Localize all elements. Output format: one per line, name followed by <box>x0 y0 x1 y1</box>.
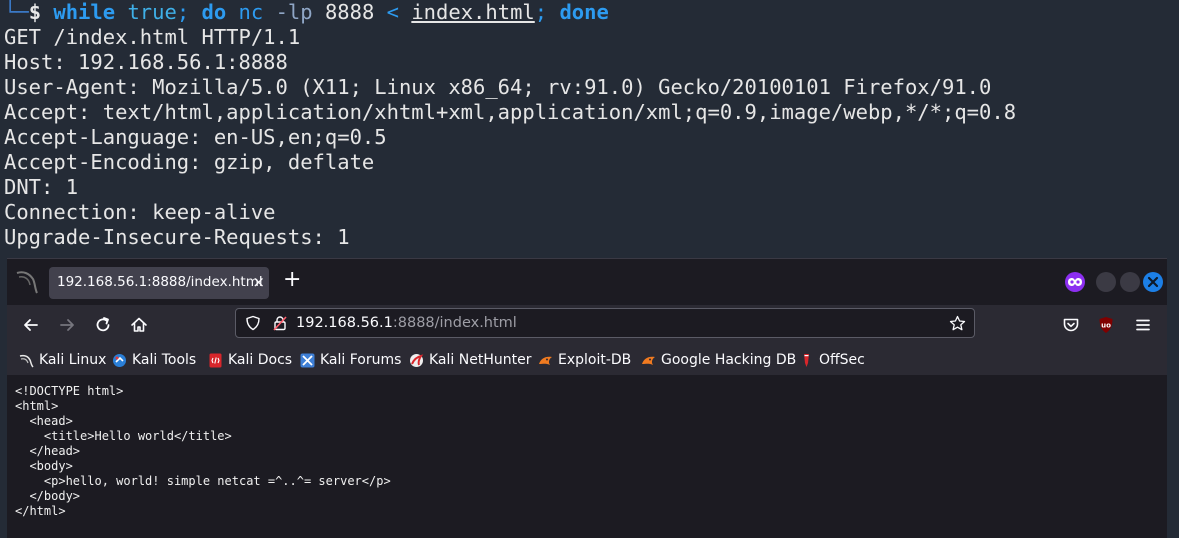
source-line: <!DOCTYPE html> <box>15 384 124 398</box>
terminal-output-line: Accept-Language: en-US,en;q=0.5 <box>4 125 387 149</box>
command-do: do <box>201 0 227 24</box>
pocket-icon <box>1063 318 1079 332</box>
bookmark-star-icon[interactable] <box>949 315 966 332</box>
terminal-output-line: Accept-Encoding: gzip, deflate <box>4 150 375 174</box>
reload-button[interactable] <box>93 315 113 335</box>
source-line: <title>Hello world</title> <box>15 429 232 443</box>
command-semicolon: ; <box>534 0 548 24</box>
home-icon <box>131 317 147 332</box>
terminal-window: └─$ while true; do nc -lp 8888 < index.h… <box>0 0 1179 260</box>
terminal-background-edge <box>1167 258 1179 537</box>
kali-tools-icon <box>112 353 127 368</box>
page-source-text: <!DOCTYPE html> <html> <head> <title>Hell… <box>15 384 391 519</box>
bookmark-kali-nethunter[interactable]: Kali NetHunter <box>409 350 531 370</box>
url-bar[interactable]: 192.168.56.1:8888/index.html <box>235 308 975 338</box>
command-flag: -lp <box>275 0 313 24</box>
forward-button[interactable] <box>57 315 77 335</box>
command-file: index.html <box>411 0 535 24</box>
command-nc: nc <box>238 0 264 24</box>
bookmarks-toolbar: Kali Linux Kali Tools Kali Docs Kali For… <box>7 345 1167 375</box>
tab-strip: 192.168.56.1:8888/index.html × + <box>7 259 1167 305</box>
command-while: while <box>53 0 116 24</box>
browser-window: 192.168.56.1:8888/index.html × + 192.168… <box>7 258 1167 538</box>
back-button[interactable] <box>21 315 41 335</box>
terminal-output-line: Host: 192.168.56.1:8888 <box>4 50 288 74</box>
source-line: <head> <box>15 414 73 428</box>
bookmark-label: Exploit-DB <box>558 352 632 368</box>
tab-close-button[interactable]: × <box>252 273 265 291</box>
source-line: <p>hello, world! simple netcat =^..^= se… <box>15 474 391 488</box>
terminal-output-line: Accept: text/html,application/xhtml+xml,… <box>4 100 1017 124</box>
private-browsing-icon <box>1065 272 1085 292</box>
prompt-corner: └─ <box>4 0 29 24</box>
tab-active[interactable]: 192.168.56.1:8888/index.html × <box>49 267 269 299</box>
page-content: <!DOCTYPE html> <html> <head> <title>Hell… <box>7 375 1167 538</box>
terminal-output-line: Connection: keep-alive <box>4 200 276 224</box>
hamburger-menu-icon <box>1136 319 1150 331</box>
nav-toolbar: 192.168.56.1:8888/index.html uo <box>7 305 1167 345</box>
pocket-button[interactable] <box>1061 315 1081 335</box>
bookmark-exploit-db[interactable]: Exploit-DB <box>538 350 631 370</box>
terminal-output-line: Upgrade-Insecure-Requests: 1 <box>4 225 350 249</box>
command-done: done <box>559 0 609 24</box>
bookmark-label: OffSec <box>819 352 865 368</box>
source-line: </html> <box>15 504 66 518</box>
menu-button[interactable] <box>1133 315 1153 335</box>
offsec-icon <box>799 353 814 368</box>
reload-icon <box>96 317 110 332</box>
bookmark-label: Google Hacking DB <box>661 352 797 368</box>
url-host: 192.168.56.1 <box>296 315 393 331</box>
source-line: </head> <box>15 444 81 458</box>
tab-title: 192.168.56.1:8888/index.html <box>57 274 263 290</box>
bookmark-label: Kali Linux <box>39 352 107 368</box>
bookmark-kali-linux[interactable]: Kali Linux <box>19 350 106 370</box>
command-port: 8888 <box>324 0 375 24</box>
command-redirect: < <box>386 0 399 24</box>
bookmark-kali-tools[interactable]: Kali Tools <box>112 350 196 370</box>
bookmark-label: Kali Docs <box>228 352 293 368</box>
url-path: :8888/index.html <box>392 315 517 331</box>
terminal-command-line: └─$ while true; do nc -lp 8888 < index.h… <box>4 0 609 25</box>
command-semicolon: ; <box>176 0 190 24</box>
kali-docs-icon <box>208 353 223 368</box>
terminal-output-line: GET /index.html HTTP/1.1 <box>4 25 301 49</box>
new-tab-button[interactable]: + <box>283 268 301 292</box>
exploit-db-icon <box>538 353 553 368</box>
bookmark-kali-forums[interactable]: Kali Forums <box>300 350 401 370</box>
ublock-origin-button[interactable]: uo <box>1096 315 1116 335</box>
source-line: <body> <box>15 459 73 473</box>
terminal-output-line: User-Agent: Mozilla/5.0 (X11; Linux x86_… <box>4 75 992 99</box>
bookmark-kali-docs[interactable]: Kali Docs <box>208 350 292 370</box>
prompt-symbol: $ <box>28 0 42 24</box>
bookmark-label: Kali Tools <box>132 352 197 368</box>
home-button[interactable] <box>129 315 149 335</box>
ublock-origin-icon: uo <box>1099 317 1113 333</box>
bookmark-label: Kali Forums <box>320 352 402 368</box>
shield-icon[interactable] <box>245 315 261 331</box>
bookmark-label: Kali NetHunter <box>429 352 532 368</box>
bookmark-offsec[interactable]: OffSec <box>799 350 865 370</box>
ghdb-icon <box>641 353 656 368</box>
source-line: </body> <box>15 489 81 503</box>
insecure-lock-icon[interactable] <box>272 315 288 331</box>
close-window-button[interactable] <box>1143 272 1163 292</box>
maximize-button[interactable] <box>1120 272 1140 292</box>
kali-forums-icon <box>300 353 315 368</box>
kali-dragon-icon <box>19 353 34 368</box>
kali-nethunter-icon <box>409 353 424 368</box>
minimize-button[interactable] <box>1096 272 1116 292</box>
arrow-right-icon <box>60 319 74 331</box>
bookmark-google-hacking-db[interactable]: Google Hacking DB <box>641 350 796 370</box>
command-true: true <box>127 0 177 24</box>
terminal-output-line: DNT: 1 <box>4 175 79 199</box>
svg-text:uo: uo <box>1101 322 1111 330</box>
arrow-left-icon <box>24 319 38 331</box>
kali-dragon-icon <box>15 269 39 295</box>
source-line: <html> <box>15 399 59 413</box>
url-text[interactable]: 192.168.56.1:8888/index.html <box>296 315 517 331</box>
